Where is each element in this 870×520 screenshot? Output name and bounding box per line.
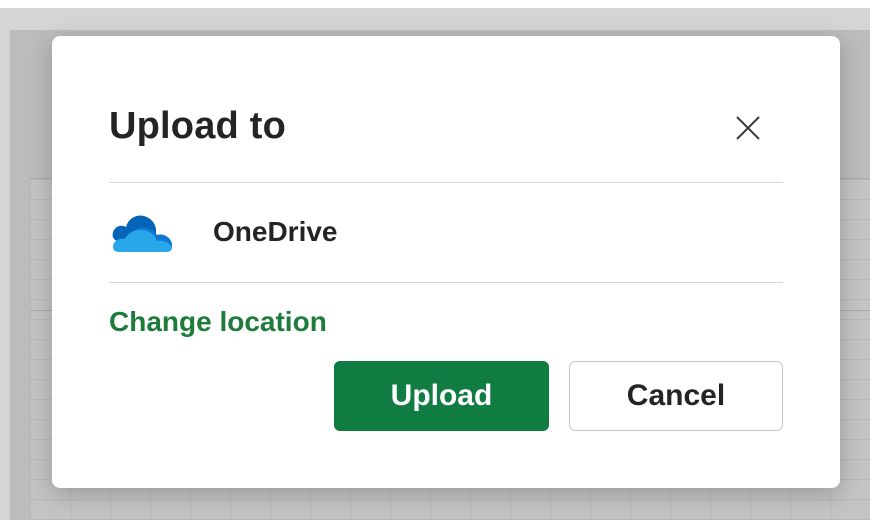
upload-dialog: Upload to OneDrive Change location Uploa…: [52, 36, 840, 488]
location-name: OneDrive: [213, 216, 338, 247]
divider-top: [109, 182, 783, 183]
app-top-bar: [0, 0, 870, 8]
close-button[interactable]: [730, 110, 766, 146]
change-location-link[interactable]: Change location: [109, 302, 327, 342]
selected-location: OneDrive: [109, 204, 783, 260]
onedrive-cloud-icon: [109, 210, 177, 254]
dialog-title: Upload to: [109, 105, 286, 147]
divider-bottom: [109, 282, 783, 283]
upload-button[interactable]: Upload: [334, 361, 549, 431]
cancel-button[interactable]: Cancel: [569, 361, 783, 431]
close-icon: [736, 116, 760, 140]
